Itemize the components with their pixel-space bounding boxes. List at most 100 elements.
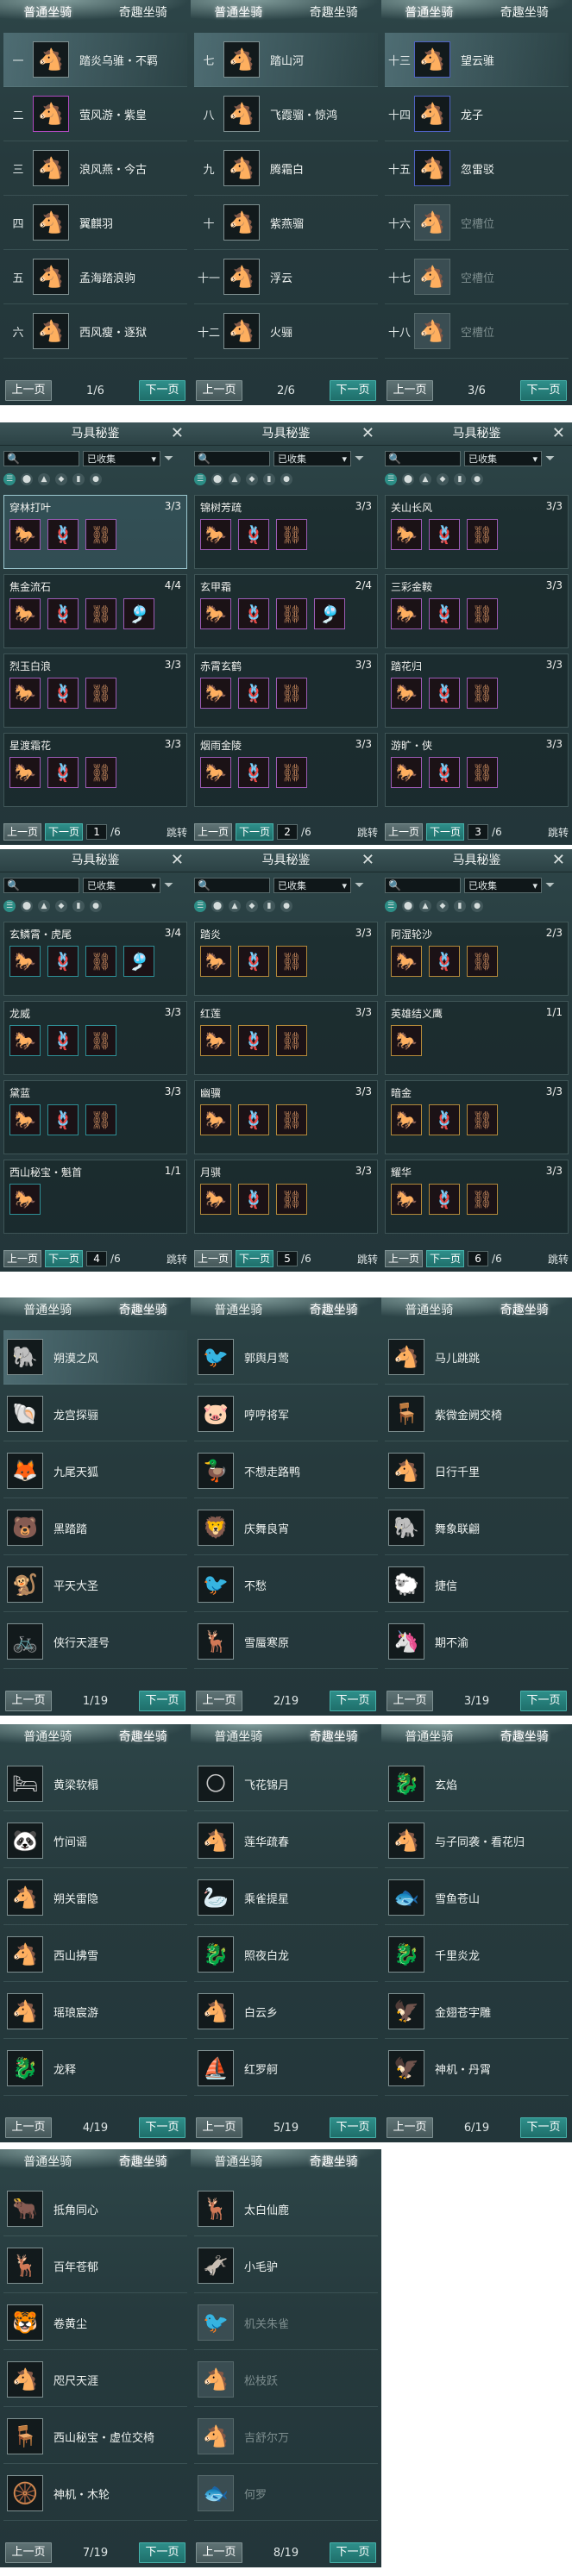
fun-mount-row[interactable]: 🦁 庆舞良宵 (194, 1501, 378, 1555)
gear-type-filter-icon[interactable]: ● (280, 900, 292, 912)
gear-item-icon[interactable]: ⛓ (276, 757, 307, 788)
gear-item-icon[interactable]: 🪢 (47, 519, 79, 550)
fun-mount-row[interactable]: 🦊 九尾天狐 (3, 1444, 187, 1498)
gear-item-icon[interactable]: 🐎 (200, 757, 231, 788)
gear-type-filter-icon[interactable]: ● (471, 900, 483, 912)
fun-mount-row[interactable]: 🐘 舞象联翩 (385, 1501, 569, 1555)
gear-set-card[interactable]: 暗金 3/3 🐎 🪢 ⛓ (385, 1080, 569, 1154)
gear-item-icon[interactable]: ⛓ (276, 1184, 307, 1215)
gear-set-card[interactable]: 英雄结义鹰 1/1 🐎 (385, 1001, 569, 1075)
search-input[interactable]: 🔍 (194, 451, 270, 466)
fun-mount-row[interactable]: 🐉 龙释 (3, 2041, 187, 2096)
gear-item-icon[interactable]: ⛓ (85, 1104, 116, 1135)
mount-row[interactable]: 十五 🐴 忽雷驳 (385, 141, 569, 196)
gear-type-filter-icon[interactable]: ◆ (246, 473, 258, 485)
prev-page-button[interactable]: 上一页 (3, 823, 42, 841)
tab-normal-mounts[interactable]: 普通坐骑 (191, 0, 286, 26)
gear-type-filter-icon[interactable]: ▲ (419, 473, 431, 485)
collection-filter-select[interactable]: 已收集 ▾ (273, 878, 351, 893)
prev-page-button[interactable]: 上一页 (387, 380, 433, 401)
prev-page-button[interactable]: 上一页 (5, 2542, 52, 2563)
gear-type-filter-icon[interactable]: ◆ (55, 473, 67, 485)
tab-normal-mounts[interactable]: 普通坐骑 (381, 0, 477, 26)
gear-item-icon[interactable]: ⛓ (467, 519, 498, 550)
fun-mount-row[interactable]: 🐴 瑶琅宸游 (3, 1985, 187, 2039)
fun-mount-row[interactable]: 🐼 竹间谣 (3, 1814, 187, 1868)
gear-item-icon[interactable]: 🎐 (123, 598, 154, 629)
fun-mount-row[interactable]: ⛵ 红罗舸 (194, 2041, 378, 2096)
gear-item-icon[interactable]: ⛓ (467, 678, 498, 709)
fun-mount-row[interactable]: 🐴 莲华疏春 (194, 1814, 378, 1868)
fun-mount-row[interactable]: 🐴 白云乡 (194, 1985, 378, 2039)
gear-item-icon[interactable]: ⛓ (85, 757, 116, 788)
gear-type-filter-icon[interactable]: ▮ (72, 473, 85, 485)
gear-item-icon[interactable]: 🐎 (200, 1184, 231, 1215)
prev-page-button[interactable]: 上一页 (387, 2117, 433, 2138)
gear-type-filter-icon[interactable]: ◆ (246, 900, 258, 912)
gear-item-icon[interactable]: 🪢 (429, 757, 460, 788)
tab-normal-mounts[interactable]: 普通坐骑 (191, 1724, 286, 1750)
gear-type-filter-icon[interactable]: ⬤ (21, 473, 33, 485)
fun-mount-row[interactable]: 🐚 龙宫探骊 (3, 1387, 187, 1441)
gear-set-card[interactable]: 玄甲霜 2/4 🐎 🪢 ⛓ 🎐 (194, 574, 378, 648)
fun-mount-row[interactable]: 🦌 雪蜃寒原 (194, 1615, 378, 1669)
mount-row[interactable]: 十一 🐴 浮云 (194, 250, 378, 304)
prev-page-button[interactable]: 上一页 (5, 1691, 52, 1711)
search-input[interactable]: 🔍 (194, 878, 270, 893)
tab-fun-mounts[interactable]: 奇趣坐骑 (477, 0, 572, 26)
gear-item-icon[interactable]: 🪢 (429, 519, 460, 550)
gear-item-icon[interactable]: 🪢 (47, 598, 79, 629)
close-icon[interactable]: ✕ (361, 422, 374, 445)
mount-row[interactable]: 十三 🐴 望云骓 (385, 33, 569, 87)
search-input[interactable]: 🔍 (3, 878, 79, 893)
next-page-button[interactable]: 下一页 (138, 380, 185, 401)
gear-item-icon[interactable]: ⛓ (276, 598, 307, 629)
fun-mount-row[interactable]: 🐯 卷黄尘 (3, 2296, 187, 2350)
prev-page-button[interactable]: 上一页 (5, 2117, 52, 2138)
fun-mount-row[interactable]: 🐟 雪鱼苍山 (385, 1871, 569, 1925)
gear-set-card[interactable]: 三彩金鞍 3/3 🐎 🪢 ⛓ (385, 574, 569, 648)
gear-item-icon[interactable]: 🐎 (9, 1184, 41, 1215)
gear-item-icon[interactable]: 🪢 (238, 519, 269, 550)
gear-item-icon[interactable]: 🪢 (238, 598, 269, 629)
page-number-input[interactable]: 6 (468, 1251, 489, 1266)
gear-item-icon[interactable]: 🐎 (9, 1025, 41, 1056)
prev-page-button[interactable]: 上一页 (196, 2117, 242, 2138)
gear-item-icon[interactable]: 🪢 (238, 946, 269, 977)
gear-type-filter-icon[interactable]: ● (280, 473, 292, 485)
page-number-input[interactable]: 2 (277, 824, 299, 840)
jump-button[interactable]: 跳转 (357, 825, 378, 840)
tab-fun-mounts[interactable]: 奇趣坐骑 (477, 1724, 572, 1750)
gear-set-card[interactable]: 红莲 3/3 🐎 🪢 ⛓ (194, 1001, 378, 1075)
gear-type-filter-icon[interactable]: ● (90, 473, 102, 485)
funnel-icon[interactable]: ⏷ (355, 878, 364, 892)
gear-item-icon[interactable]: 🪢 (238, 757, 269, 788)
fun-mount-row[interactable]: 🐉 照夜白龙 (194, 1928, 378, 1982)
jump-button[interactable]: 跳转 (357, 1252, 378, 1266)
mount-row[interactable]: 十二 🐴 火骊 (194, 304, 378, 359)
gear-type-filter-icon[interactable]: ☰ (194, 900, 206, 912)
gear-set-card[interactable]: 玄鳞霄・虎尾 3/4 🐎 🪢 ⛓ 🎐 (3, 922, 187, 996)
fun-mount-row[interactable]: 🪑 紫微金阙交椅 (385, 1387, 569, 1441)
fun-mount-row[interactable]: 🦅 金翅苍宇雕 (385, 1985, 569, 2039)
prev-page-button[interactable]: 上一页 (5, 380, 52, 401)
funnel-icon[interactable]: ⏷ (164, 878, 173, 892)
jump-button[interactable]: 跳转 (167, 1252, 187, 1266)
tab-fun-mounts[interactable]: 奇趣坐骑 (96, 1724, 192, 1750)
gear-type-filter-icon[interactable]: ▮ (263, 473, 275, 485)
gear-item-icon[interactable]: 🪢 (429, 946, 460, 977)
gear-type-filter-icon[interactable]: ◆ (437, 900, 449, 912)
fun-mount-row[interactable]: 🐴 与子同袭・看花归 (385, 1814, 569, 1868)
gear-item-icon[interactable]: ⛓ (85, 1025, 116, 1056)
search-input[interactable]: 🔍 (385, 451, 461, 466)
gear-set-card[interactable]: 锦树芳疏 3/3 🐎 🪢 ⛓ (194, 495, 378, 569)
gear-item-icon[interactable]: 🐎 (9, 519, 41, 550)
gear-type-filter-icon[interactable]: ☰ (385, 900, 397, 912)
gear-item-icon[interactable]: 🪢 (238, 678, 269, 709)
fun-mount-row[interactable]: 🐴 朔关雷隐 (3, 1871, 187, 1925)
tab-fun-mounts[interactable]: 奇趣坐骑 (286, 1724, 382, 1750)
gear-item-icon[interactable]: 🐎 (391, 946, 422, 977)
gear-item-icon[interactable]: 🐎 (391, 598, 422, 629)
gear-item-icon[interactable]: 🐎 (9, 757, 41, 788)
mount-row[interactable]: 五 🐴 孟海踏浪驹 (3, 250, 187, 304)
